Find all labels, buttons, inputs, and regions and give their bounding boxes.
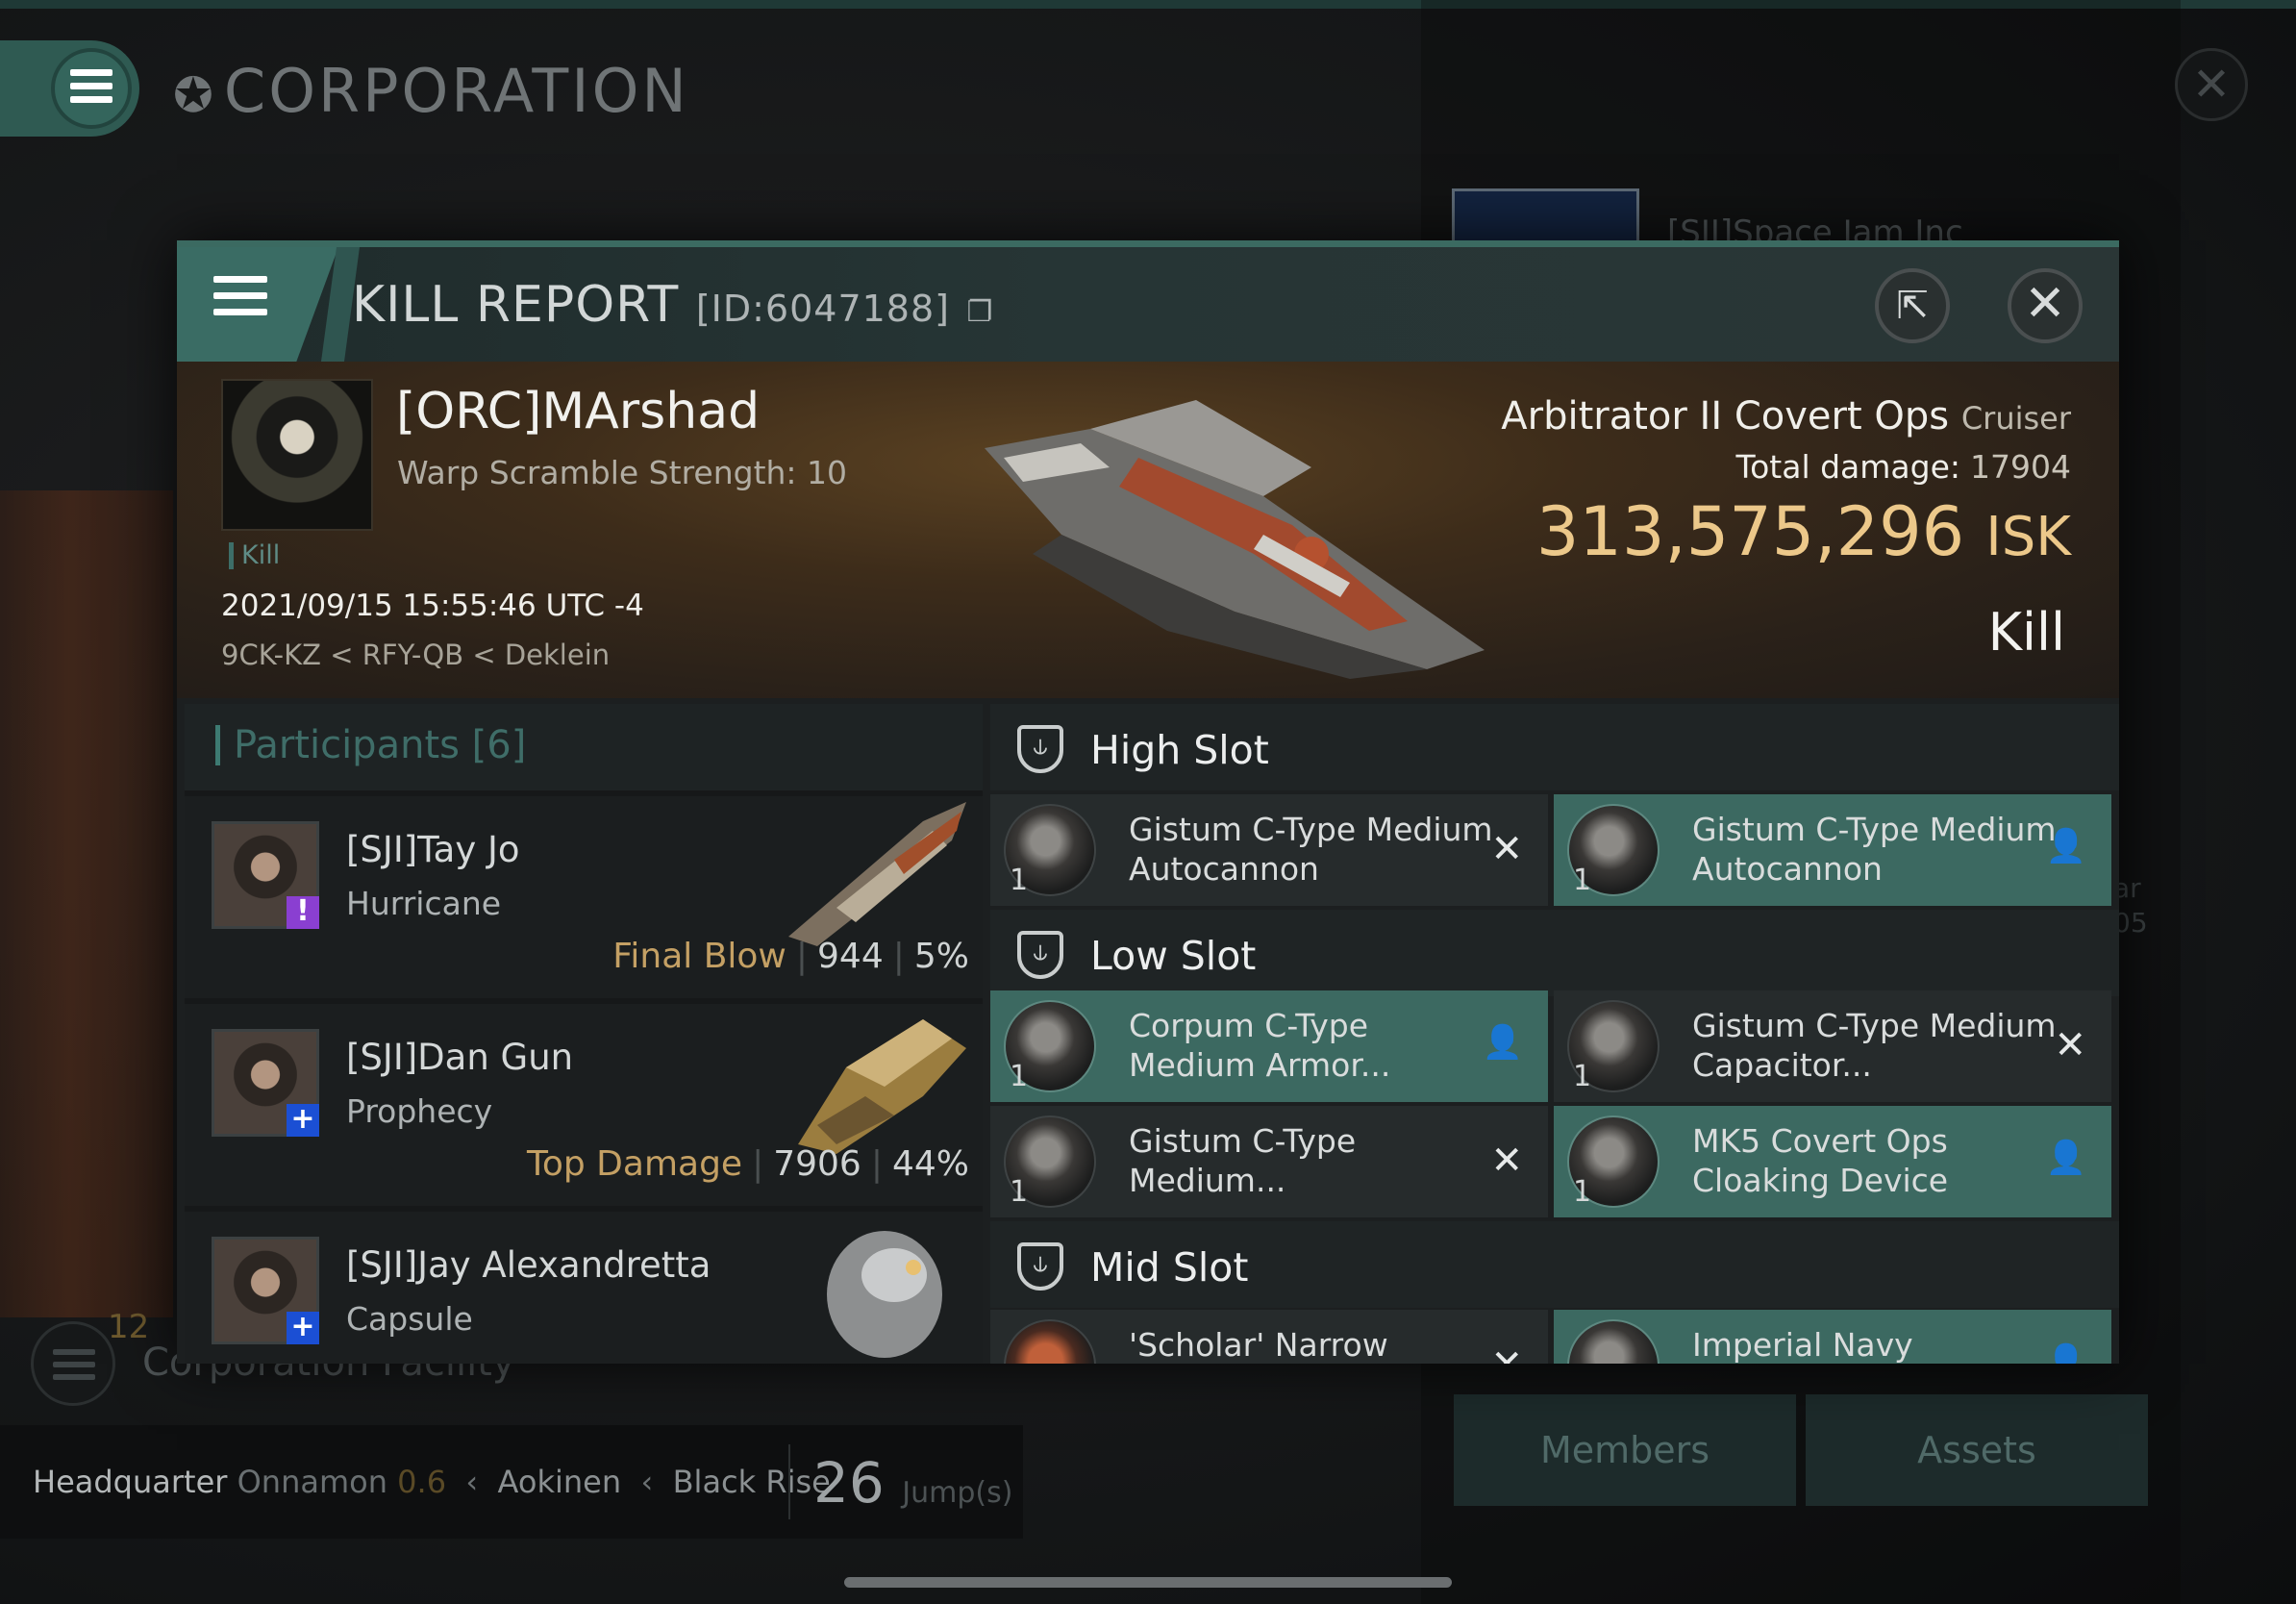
close-icon: ✕ — [2024, 275, 2066, 333]
main-menu-button[interactable] — [0, 40, 139, 137]
total-damage: Total damage: 17904 — [1735, 448, 2071, 486]
participant-badge: ! — [287, 896, 319, 929]
destroyed-icon: ✕ — [1490, 1139, 1523, 1183]
high-slot-icon: ⫝ — [1017, 725, 1063, 773]
corporation-title: ✪ CORPORATION — [173, 56, 689, 126]
victim-portrait[interactable] — [221, 379, 373, 531]
participant-badge: + — [287, 1312, 319, 1344]
hq-label: Headquarter — [33, 1464, 228, 1500]
avatar: + — [212, 1237, 319, 1344]
headquarter-bar[interactable]: Headquarter Onnamon 0.6 ‹ Aokinen ‹ Blac… — [0, 1425, 1023, 1539]
victim-ship-class: Cruiser — [1960, 400, 2071, 437]
report-id: [ID:6047188] — [695, 288, 950, 330]
module-item[interactable]: 1 Gistum C-Type Medium Autocannon 👤 — [1554, 794, 2111, 906]
mid-slot-icon: ⫝ — [1017, 1242, 1063, 1291]
module-name: Gistum C-Type Medium Capacitor... — [1692, 1007, 2057, 1084]
hq-jumps: 26 Jump(s) — [813, 1450, 1013, 1516]
avatar: + — [212, 1029, 319, 1137]
high-slot-header: ⫝ High Slot — [990, 704, 2119, 790]
export-icon: ⇱ — [1896, 284, 1929, 328]
window-title: KILL REPORT [ID:6047188] ❐ — [352, 276, 994, 334]
facility-menu-button[interactable] — [31, 1321, 115, 1406]
module-name: Gistum C-Type Medium Autocannon — [1692, 811, 2057, 888]
participant-name: [SJI]Jay Alexandretta — [346, 1244, 711, 1286]
module-name: 'Scholar' Narrow — [1129, 1326, 1388, 1364]
home-indicator[interactable] — [844, 1577, 1452, 1588]
module-icon — [1004, 1319, 1096, 1364]
result-label: Kill — [1987, 602, 2065, 663]
participant-ship-image — [788, 802, 966, 946]
kill-report-window: KILL REPORT [ID:6047188] ❐ ⇱ ✕ [ORC]MArs… — [177, 240, 2119, 1364]
participants-label: Participants [6] — [215, 725, 526, 765]
participant-name: [SJI]Dan Gun — [346, 1037, 574, 1078]
menu-icon — [213, 276, 267, 315]
dropped-icon: 👤 — [2045, 827, 2086, 865]
kill-datetime: 2021/09/15 15:55:46 UTC -4 — [221, 589, 644, 623]
window-menu-button[interactable] — [177, 247, 338, 362]
fitting-panel[interactable]: ⫝ High Slot 1 Gistum C-Type Medium Autoc… — [990, 704, 2119, 1364]
menu-icon — [70, 69, 112, 103]
export-button[interactable]: ⇱ — [1875, 268, 1950, 343]
victim-stat: Warp Scramble Strength: 10 — [397, 454, 848, 491]
low-slot-icon: ⫝ — [1017, 931, 1063, 979]
participant-stats: Final Blow | 944 | 5% — [612, 937, 969, 976]
victim-banner: [ORC]MArshad Warp Scramble Strength: 10 … — [177, 362, 2119, 698]
module-name: Corpum C-Type Medium Armor... — [1129, 1007, 1391, 1084]
corporation-icon: ✪ — [173, 67, 216, 123]
module-name: Imperial Navy — [1692, 1326, 1913, 1364]
kill-tag: Kill — [229, 542, 280, 569]
dropped-icon: 👤 — [2045, 1139, 2086, 1177]
participant-ship-image — [798, 1019, 966, 1154]
module-name: MK5 Covert Ops Cloaking Device — [1692, 1122, 1949, 1199]
hq-system: Onnamon — [237, 1464, 387, 1500]
module-item[interactable]: Imperial Navy 👤 — [1554, 1310, 2111, 1364]
destroyed-icon: ✕ — [1490, 1342, 1523, 1364]
victim-ship-name[interactable]: Arbitrator II Covert Ops Cruiser — [1501, 394, 2071, 439]
window-header: KILL REPORT [ID:6047188] ❐ ⇱ ✕ — [177, 240, 2119, 362]
menu-icon — [53, 1349, 95, 1380]
members-button[interactable]: Members — [1454, 1394, 1796, 1506]
copy-icon[interactable]: ❐ — [967, 295, 994, 329]
victim-name[interactable]: [ORC]MArshad — [396, 383, 760, 440]
participant-row[interactable]: + [SJI]Jay Alexandretta Capsule — [185, 1212, 983, 1364]
module-item[interactable]: 1 Gistum C-Type Medium Capacitor... ✕ — [1554, 990, 2111, 1102]
participant-ship: Capsule — [346, 1300, 473, 1338]
participants-header[interactable]: Participants [6] — [185, 704, 983, 790]
destroyed-icon: ✕ — [1490, 827, 1523, 871]
module-icon — [1567, 1319, 1660, 1364]
avatar: ! — [212, 821, 319, 929]
participant-stats: Top Damage | 7906 | 44% — [526, 1144, 969, 1184]
kill-location[interactable]: 9CK-KZ < RFY-QB < Deklein — [221, 639, 610, 671]
module-item[interactable]: 'Scholar' Narrow ✕ — [990, 1310, 1548, 1364]
assets-button[interactable]: Assets — [1806, 1394, 2148, 1506]
participant-ship: Prophecy — [346, 1092, 493, 1130]
participant-name: [SJI]Tay Jo — [346, 829, 520, 870]
dropped-icon: 👤 — [1482, 1023, 1523, 1062]
module-item[interactable]: 1 Corpum C-Type Medium Armor... 👤 — [990, 990, 1548, 1102]
victim-ship-image[interactable] — [946, 390, 1523, 689]
hq-security: 0.6 — [397, 1464, 447, 1500]
participant-row[interactable]: + [SJI]Dan Gun Prophecy Top Damage | 7906 |… — [185, 1004, 983, 1206]
background-structure — [0, 490, 173, 1317]
dropped-icon: 👤 — [2045, 1342, 2086, 1364]
participant-row[interactable]: ! [SJI]Tay Jo Hurricane Final Blow | 944 | 5… — [185, 796, 983, 998]
low-slot-header: ⫝ Low Slot — [990, 910, 2119, 996]
module-item[interactable]: 1 MK5 Covert Ops Cloaking Device 👤 — [1554, 1106, 2111, 1217]
destroyed-icon: ✕ — [2054, 1023, 2086, 1067]
module-name: Gistum C-Type Medium Autocannon — [1129, 811, 1493, 888]
hq-constellation: Aokinen — [497, 1464, 622, 1500]
background-close-button[interactable]: ✕ — [2175, 48, 2248, 121]
corp-logo — [1452, 188, 1639, 246]
close-button[interactable]: ✕ — [2008, 268, 2083, 343]
module-item[interactable]: 1 Gistum C-Type Medium Autocannon ✕ — [990, 794, 1548, 906]
module-name: Gistum C-Type Medium... — [1129, 1122, 1357, 1199]
hq-region: Black Rise — [672, 1464, 831, 1500]
module-item[interactable]: 1 Gistum C-Type Medium... ✕ — [990, 1106, 1548, 1217]
participant-badge: + — [287, 1104, 319, 1137]
participant-ship: Hurricane — [346, 885, 502, 922]
isk-value: 313,575,296 ISK — [1535, 492, 2071, 571]
participant-ship-image — [827, 1231, 942, 1358]
mid-slot-header: ⫝ Mid Slot — [990, 1221, 2119, 1308]
participants-panel[interactable]: Participants [6] ! [SJI]Tay Jo Hurricane… — [185, 704, 983, 1364]
